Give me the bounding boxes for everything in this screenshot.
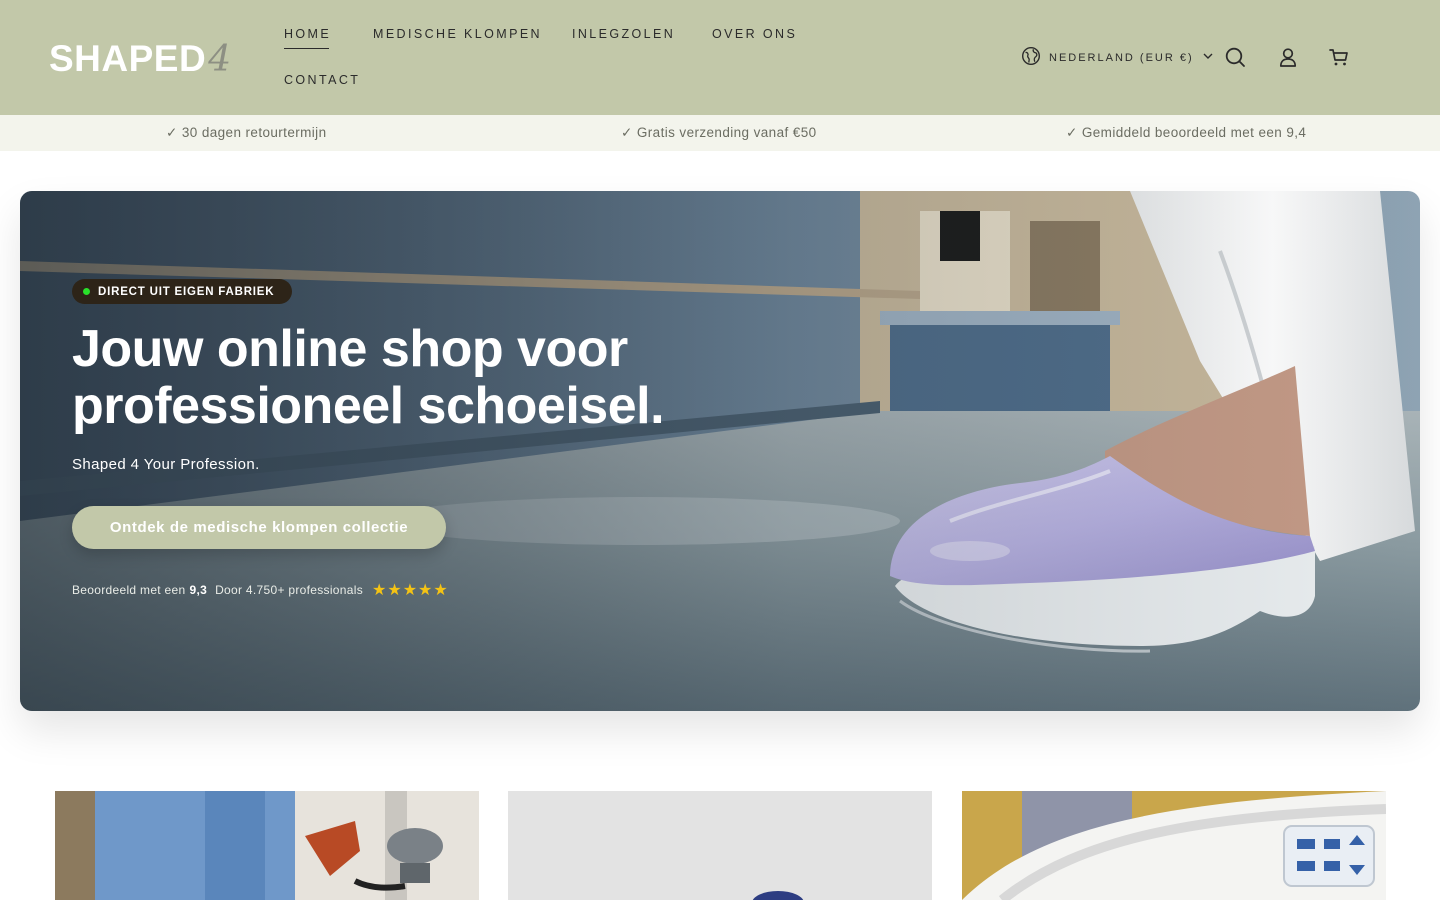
search-icon[interactable] (1223, 45, 1247, 69)
brand-number: 4 (208, 39, 232, 80)
category-card-1[interactable] (55, 791, 479, 900)
globe-icon (1021, 46, 1041, 71)
nav-item-medische-klompen[interactable]: MEDISCHE KLOMPEN (373, 27, 542, 41)
hero-banner: DIRECT UIT EIGEN FABRIEK Jouw online sho… (20, 191, 1420, 711)
nav-item-home[interactable]: HOME (284, 27, 331, 49)
nav-item-inlegzolen[interactable]: INLEGZOLEN (572, 27, 675, 41)
usp-bar: ✓ 30 dagen retourtermijn ✓ Gratis verzen… (0, 115, 1440, 151)
site-header: SHAPED 4 HOME MEDISCHE KLOMPEN INLEGZOLE… (0, 0, 1440, 115)
hero-image (20, 191, 1420, 711)
usp-rating: ✓ Gemiddeld beoordeeld met een 9,4 (1066, 125, 1307, 140)
nav-item-over-ons[interactable]: OVER ONS (712, 27, 797, 41)
rating-stars: ★★★★★ (372, 582, 449, 599)
hero-badge-label: DIRECT UIT EIGEN FABRIEK (98, 285, 275, 298)
category-card-2[interactable] (508, 791, 932, 900)
cart-icon[interactable] (1327, 45, 1351, 69)
brand-logo[interactable]: SHAPED 4 (49, 38, 232, 80)
rating-line: Beoordeeld met een 9,3 Door 4.750+ profe… (72, 580, 449, 600)
hero-badge: DIRECT UIT EIGEN FABRIEK (72, 279, 293, 304)
rating-prefix: Beoordeeld met een (72, 583, 186, 597)
usp-free-shipping: ✓ Gratis verzending vanaf €50 (621, 125, 817, 140)
nav-item-contact[interactable]: CONTACT (284, 73, 360, 87)
hero-subtitle: Shaped 4 Your Profession. (72, 456, 260, 473)
category-image-1 (55, 791, 479, 900)
usp-returns: ✓ 30 dagen retourtermijn (166, 125, 327, 140)
rating-count: Door 4.750+ professionals (215, 583, 363, 597)
category-image-3 (962, 791, 1386, 900)
category-image-2 (508, 791, 932, 900)
account-icon[interactable] (1276, 45, 1300, 69)
chevron-down-icon (1202, 49, 1214, 67)
locale-label: NEDERLAND (EUR €) (1049, 52, 1194, 64)
locale-selector[interactable]: NEDERLAND (EUR €) (1021, 46, 1214, 71)
hero-title: Jouw online shop voor professioneel scho… (72, 320, 665, 435)
rating-value: 9,3 (189, 583, 208, 597)
hero-cta-button[interactable]: Ontdek de medische klompen collectie (72, 506, 446, 549)
status-dot (83, 288, 90, 295)
brand-wordmark: SHAPED (49, 38, 207, 79)
category-card-3[interactable] (962, 791, 1386, 900)
